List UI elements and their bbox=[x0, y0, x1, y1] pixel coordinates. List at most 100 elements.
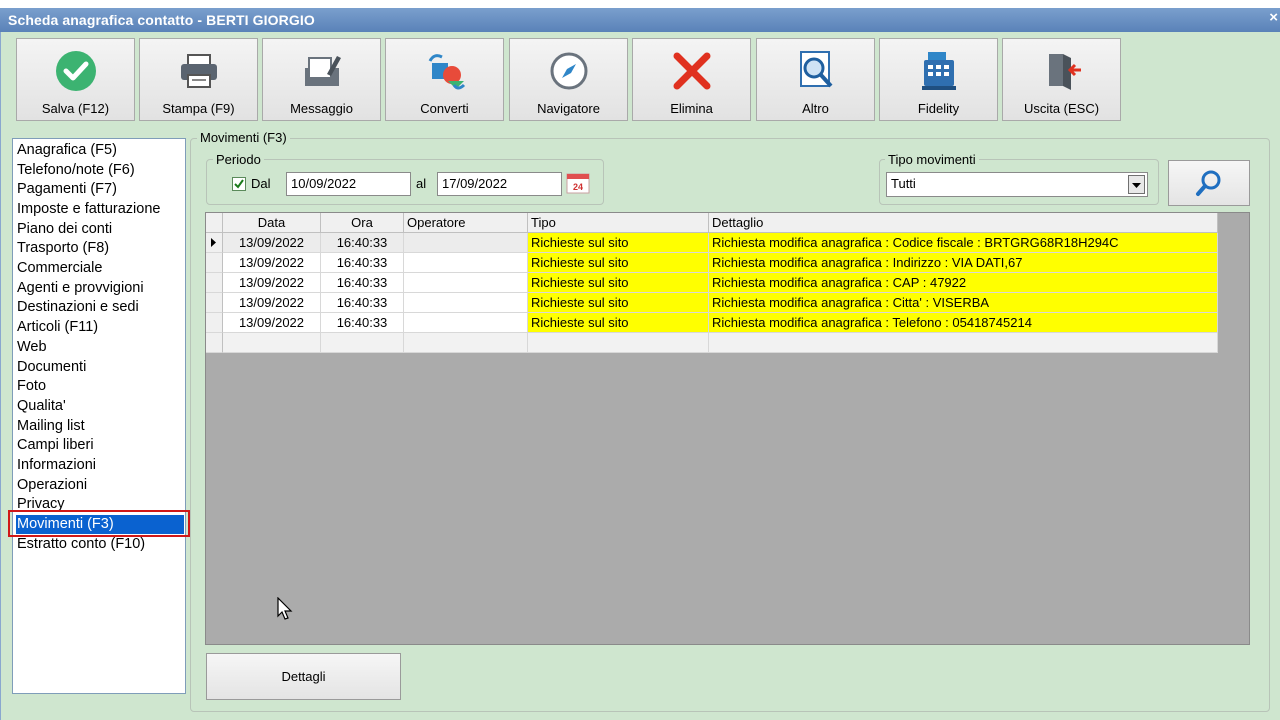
compass-icon bbox=[510, 47, 627, 95]
table-cell[interactable]: 13/09/2022 bbox=[223, 313, 321, 333]
table-cell[interactable]: 13/09/2022 bbox=[223, 273, 321, 293]
empty-cell[interactable] bbox=[709, 333, 1218, 353]
table-cell[interactable]: Richieste sul sito bbox=[528, 233, 709, 253]
search-icon bbox=[1196, 170, 1221, 196]
tipo-movimenti-select[interactable]: Tutti bbox=[886, 172, 1148, 197]
menu-item-qualita[interactable]: Qualita' bbox=[17, 397, 66, 416]
table-cell[interactable] bbox=[404, 233, 528, 253]
navigator-button-label: Navigatore bbox=[537, 101, 600, 116]
menu-item-operazioni[interactable]: Operazioni bbox=[17, 476, 87, 495]
table-cell[interactable]: 16:40:33 bbox=[321, 233, 404, 253]
calendar-icon[interactable]: 24 bbox=[566, 172, 590, 194]
more-button[interactable]: Altro bbox=[756, 38, 875, 121]
check-icon bbox=[17, 47, 134, 95]
delete-icon bbox=[633, 47, 750, 95]
table-cell[interactable] bbox=[404, 313, 528, 333]
menu-item-anagrafica[interactable]: Anagrafica (F5) bbox=[17, 141, 117, 160]
movements-table: Data Ora Operatore Tipo Dettaglio 13/09/… bbox=[205, 212, 1250, 645]
row-indicator[interactable] bbox=[206, 253, 223, 273]
convert-icon bbox=[386, 47, 503, 95]
column-header-ora[interactable]: Ora bbox=[321, 213, 404, 233]
menu-item-informazioni[interactable]: Informazioni bbox=[17, 456, 96, 475]
save-button-label: Salva (F12) bbox=[41, 101, 110, 116]
window-title: Scheda anagrafica contatto - BERTI GIORG… bbox=[8, 12, 315, 28]
navigator-button[interactable]: Navigatore bbox=[509, 38, 628, 121]
row-indicator[interactable] bbox=[206, 293, 223, 313]
search-doc-icon bbox=[757, 47, 874, 95]
menu-item-piano-conti[interactable]: Piano dei conti bbox=[17, 220, 112, 239]
menu-item-telefono[interactable]: Telefono/note (F6) bbox=[17, 161, 135, 180]
convert-button-label: Converti bbox=[420, 101, 469, 116]
print-button[interactable]: Stampa (F9) bbox=[139, 38, 258, 121]
dal-date-input[interactable]: 10/09/2022 bbox=[286, 172, 411, 196]
empty-cell[interactable] bbox=[223, 333, 321, 353]
menu-item-articoli[interactable]: Articoli (F11) bbox=[17, 318, 98, 337]
table-cell[interactable]: Richiesta modifica anagrafica : Indirizz… bbox=[709, 253, 1218, 273]
table-cell[interactable]: Richiesta modifica anagrafica : Telefono… bbox=[709, 313, 1218, 333]
fidelity-button-label: Fidelity bbox=[917, 101, 960, 116]
printer-icon bbox=[140, 47, 257, 95]
empty-cell[interactable] bbox=[321, 333, 404, 353]
column-header-data[interactable]: Data bbox=[223, 213, 321, 233]
table-cell[interactable] bbox=[404, 273, 528, 293]
message-icon bbox=[263, 47, 380, 95]
table-cell[interactable]: Richiesta modifica anagrafica : Citta' :… bbox=[709, 293, 1218, 313]
menu-item-estratto-conto[interactable]: Estratto conto (F10) bbox=[17, 535, 145, 554]
column-header-dettaglio[interactable]: Dettaglio bbox=[709, 213, 1218, 233]
menu-item-campi-liberi[interactable]: Campi liberi bbox=[17, 436, 94, 455]
empty-cell[interactable] bbox=[404, 333, 528, 353]
column-header-tipo[interactable]: Tipo bbox=[528, 213, 709, 233]
table-cell[interactable]: 16:40:33 bbox=[321, 273, 404, 293]
table-cell[interactable]: Richieste sul sito bbox=[528, 313, 709, 333]
cash-register-icon bbox=[880, 47, 997, 95]
row-indicator[interactable] bbox=[206, 273, 223, 293]
table-cell[interactable]: 13/09/2022 bbox=[223, 233, 321, 253]
row-indicator[interactable] bbox=[206, 233, 223, 253]
table-cell[interactable]: Richiesta modifica anagrafica : CAP : 47… bbox=[709, 273, 1218, 293]
dal-checkbox[interactable] bbox=[232, 177, 246, 191]
table-cell[interactable]: 13/09/2022 bbox=[223, 293, 321, 313]
chevron-down-icon[interactable] bbox=[1128, 175, 1145, 194]
menu-item-pagamenti[interactable]: Pagamenti (F7) bbox=[17, 180, 117, 199]
fidelity-button[interactable]: Fidelity bbox=[879, 38, 998, 121]
empty-cell[interactable] bbox=[528, 333, 709, 353]
print-button-label: Stampa (F9) bbox=[162, 101, 235, 116]
delete-button[interactable]: Elimina bbox=[632, 38, 751, 121]
menu-item-foto[interactable]: Foto bbox=[17, 377, 46, 396]
menu-item-agenti[interactable]: Agenti e provvigioni bbox=[17, 279, 144, 298]
selection-highlight-outline bbox=[8, 510, 190, 537]
close-button[interactable]: × bbox=[1269, 9, 1278, 26]
table-cell[interactable]: Richiesta modifica anagrafica : Codice f… bbox=[709, 233, 1218, 253]
table-cell[interactable]: 16:40:33 bbox=[321, 253, 404, 273]
menu-item-destinazioni[interactable]: Destinazioni e sedi bbox=[17, 298, 139, 317]
table-cell[interactable]: 16:40:33 bbox=[321, 293, 404, 313]
table-cell[interactable]: Richieste sul sito bbox=[528, 273, 709, 293]
dettagli-button[interactable]: Dettagli bbox=[206, 653, 401, 700]
table-cell[interactable]: 13/09/2022 bbox=[223, 253, 321, 273]
convert-button[interactable]: Converti bbox=[385, 38, 504, 121]
table-cell[interactable]: Richieste sul sito bbox=[528, 293, 709, 313]
menu-item-commerciale[interactable]: Commerciale bbox=[17, 259, 102, 278]
search-button[interactable] bbox=[1168, 160, 1250, 206]
al-date-input[interactable]: 17/09/2022 bbox=[437, 172, 562, 196]
menu-item-mailing-list[interactable]: Mailing list bbox=[17, 417, 85, 436]
column-header-operatore[interactable]: Operatore bbox=[404, 213, 528, 233]
al-label: al bbox=[416, 176, 427, 191]
save-button[interactable]: Salva (F12) bbox=[16, 38, 135, 121]
message-button[interactable]: Messaggio bbox=[262, 38, 381, 121]
row-indicator[interactable] bbox=[206, 333, 223, 353]
menu-item-imposte[interactable]: Imposte e fatturazione bbox=[17, 200, 160, 219]
menu-item-web[interactable]: Web bbox=[17, 338, 47, 357]
current-row-arrow-icon bbox=[211, 238, 216, 247]
menu-item-documenti[interactable]: Documenti bbox=[17, 358, 86, 377]
exit-button[interactable]: Uscita (ESC) bbox=[1002, 38, 1121, 121]
table-cell[interactable] bbox=[404, 253, 528, 273]
title-bar: Scheda anagrafica contatto - BERTI GIORG… bbox=[0, 0, 1280, 32]
row-indicator[interactable] bbox=[206, 313, 223, 333]
table-cell[interactable]: Richieste sul sito bbox=[528, 253, 709, 273]
more-button-label: Altro bbox=[802, 101, 829, 116]
message-button-label: Messaggio bbox=[290, 101, 353, 116]
table-cell[interactable]: 16:40:33 bbox=[321, 313, 404, 333]
table-cell[interactable] bbox=[404, 293, 528, 313]
menu-item-trasporto[interactable]: Trasporto (F8) bbox=[17, 239, 109, 258]
